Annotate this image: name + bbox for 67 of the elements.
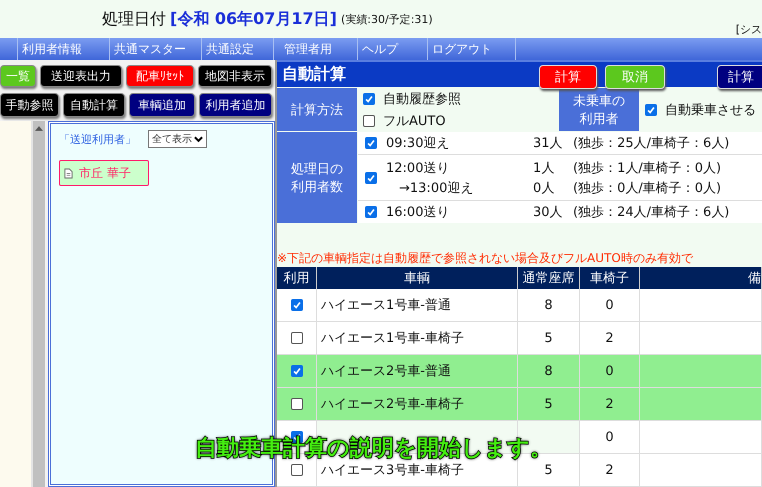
table-cell: ハイエース1号車-車椅子 [317,322,518,354]
checkbox-label: 自動乗車させる [665,102,756,118]
table-cell: 2 [580,388,640,420]
user-card[interactable]: 市丘 華子 [59,160,149,186]
toolbar-button[interactable]: 配車ﾘｾｯﾄ [126,65,194,87]
slot-time: 09:30迎え [386,135,450,152]
slot-detail: (独歩：25人/車椅子：6人) [573,135,730,152]
table-cell: ハイエース2号車-車椅子 [317,388,518,420]
table-cell: 2 [580,454,640,486]
toolbar-button[interactable]: 手動参照 [0,93,59,117]
checkbox[interactable] [290,332,302,344]
slot-time: 16:00送り [386,204,450,221]
checkbox[interactable] [365,137,377,150]
date-value: [令和 06年07月17日] [170,8,337,30]
table-cell: 0 [580,421,640,453]
toolbar-button[interactable]: 地図非表示 [198,65,272,87]
checkbox[interactable] [365,172,377,184]
slot-count: 1人 [533,160,556,176]
field-label: 計算方法 [277,88,357,131]
checkbox-label: 自動履歴参照 [383,90,461,108]
table-cell: ハイエース2号車-普通 [317,355,518,387]
action-button[interactable]: 計算 [539,65,597,89]
date-label: 処理日付 [102,8,166,30]
toolbar-button[interactable]: 一覧 [0,65,36,87]
table-cell: 5 [518,322,580,354]
table-cell: 8 [518,289,580,321]
checkbox[interactable] [290,398,302,410]
panel-title: 「送迎利用者」 [59,132,136,146]
field-label: 未乗車の利用者 [559,88,639,131]
slot-detail: (独歩：0人/車椅子：0人) [573,180,722,196]
checkbox[interactable] [365,206,377,218]
toolbar-button[interactable]: 利用者追加 [199,93,272,117]
slot-detail: (独歩：1人/車椅子：0人) [573,160,722,176]
table-cell: 2 [580,322,640,354]
scroll-up-icon[interactable] [35,126,43,131]
field-label: 処理日の利用者数 [277,132,357,223]
slot-count: 0人 [533,180,556,196]
document-icon [64,168,73,178]
checkbox-label: フルAUTO [383,112,446,130]
action-button[interactable]: 取消 [605,65,665,89]
table-cell: 5 [518,388,580,420]
slot-count: 30人 [533,204,564,221]
checkbox[interactable] [290,464,302,476]
toolbar-button[interactable]: 車輌追加 [129,93,195,117]
filter-select[interactable]: 全て表示 [148,130,207,148]
checkbox[interactable] [645,104,657,116]
checkbox[interactable] [290,299,302,311]
chevron-icon [194,136,203,142]
table-cell: 0 [580,289,640,321]
checkbox[interactable] [363,92,375,104]
toolbar-button[interactable]: 自動計算 [63,93,125,117]
table-cell: 8 [518,355,580,387]
slot-detail: (独歩：24人/車椅子：6人) [573,204,730,221]
scrollbar[interactable] [31,121,45,487]
system-link[interactable]: [シス [736,22,762,37]
slot-time: 12:00送り [386,160,450,176]
section-title: 自動計算 [281,64,346,85]
table-cell: ハイエース1号車-普通 [317,289,518,321]
checkbox[interactable] [290,365,302,377]
table-cell: 0 [580,355,640,387]
slot-time: →13:00迎え [398,180,474,196]
checkbox[interactable] [363,114,375,126]
toolbar-button[interactable]: 送迎表出力 [40,65,122,87]
slot-count: 31人 [533,135,564,152]
notice-text: ※下記の車輌指定は自動履歴で参照されない場合及びフルAUTO時のみ有効で [277,250,694,267]
action-button[interactable]: 計算 [717,65,762,89]
record-counts: (実績:30/予定:31) [341,12,433,26]
